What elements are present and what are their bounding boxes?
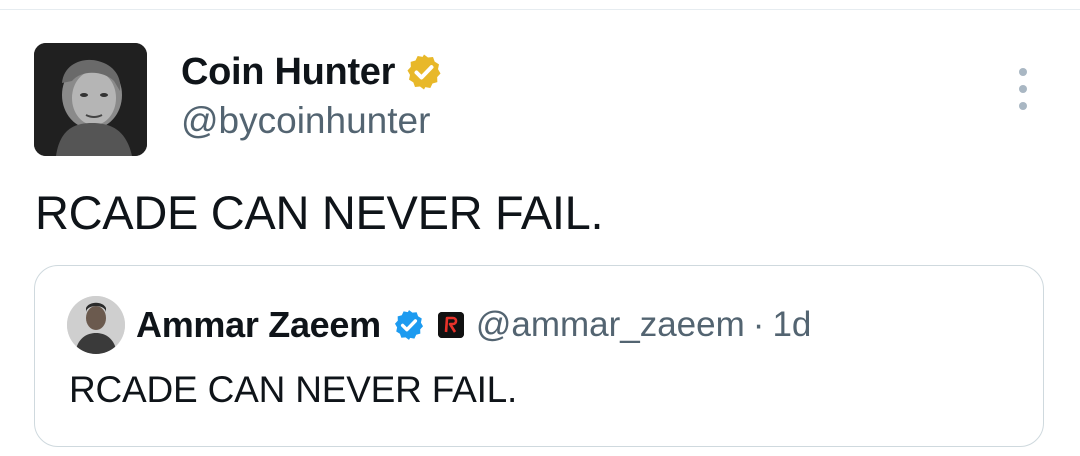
quoted-header: Ammar Zaeem @ammar_zaeem · 1d (136, 301, 811, 349)
tweet-text: RCADE CAN NEVER FAIL. (35, 186, 604, 239)
top-divider (0, 9, 1080, 10)
quoted-timestamp[interactable]: 1d (772, 305, 811, 345)
rcade-affiliate-icon[interactable] (437, 312, 464, 338)
separator-dot: · (752, 305, 765, 344)
author-display-name[interactable]: Coin Hunter (181, 51, 395, 94)
author-name-row[interactable]: Coin Hunter (181, 46, 444, 98)
quoted-tweet-text: RCADE CAN NEVER FAIL. (69, 369, 518, 410)
quoted-author-avatar[interactable] (67, 296, 125, 354)
author-avatar[interactable] (34, 43, 147, 156)
more-dot (1019, 102, 1027, 110)
blue-verified-icon[interactable] (392, 308, 426, 342)
quoted-tweet-card[interactable]: Ammar Zaeem @ammar_zaeem · 1d RCADE CAN … (34, 265, 1044, 447)
more-vertical-icon (1019, 68, 1027, 76)
quoted-display-name[interactable]: Ammar Zaeem (136, 304, 381, 346)
quoted-handle[interactable]: @ammar_zaeem (476, 305, 745, 345)
portrait-avatar-icon (34, 43, 147, 156)
more-options-button[interactable] (1006, 68, 1040, 110)
more-dot (1019, 85, 1027, 93)
gold-verified-icon[interactable] (404, 52, 444, 92)
author-handle[interactable]: @bycoinhunter (181, 100, 430, 142)
person-avatar-icon (67, 296, 125, 354)
